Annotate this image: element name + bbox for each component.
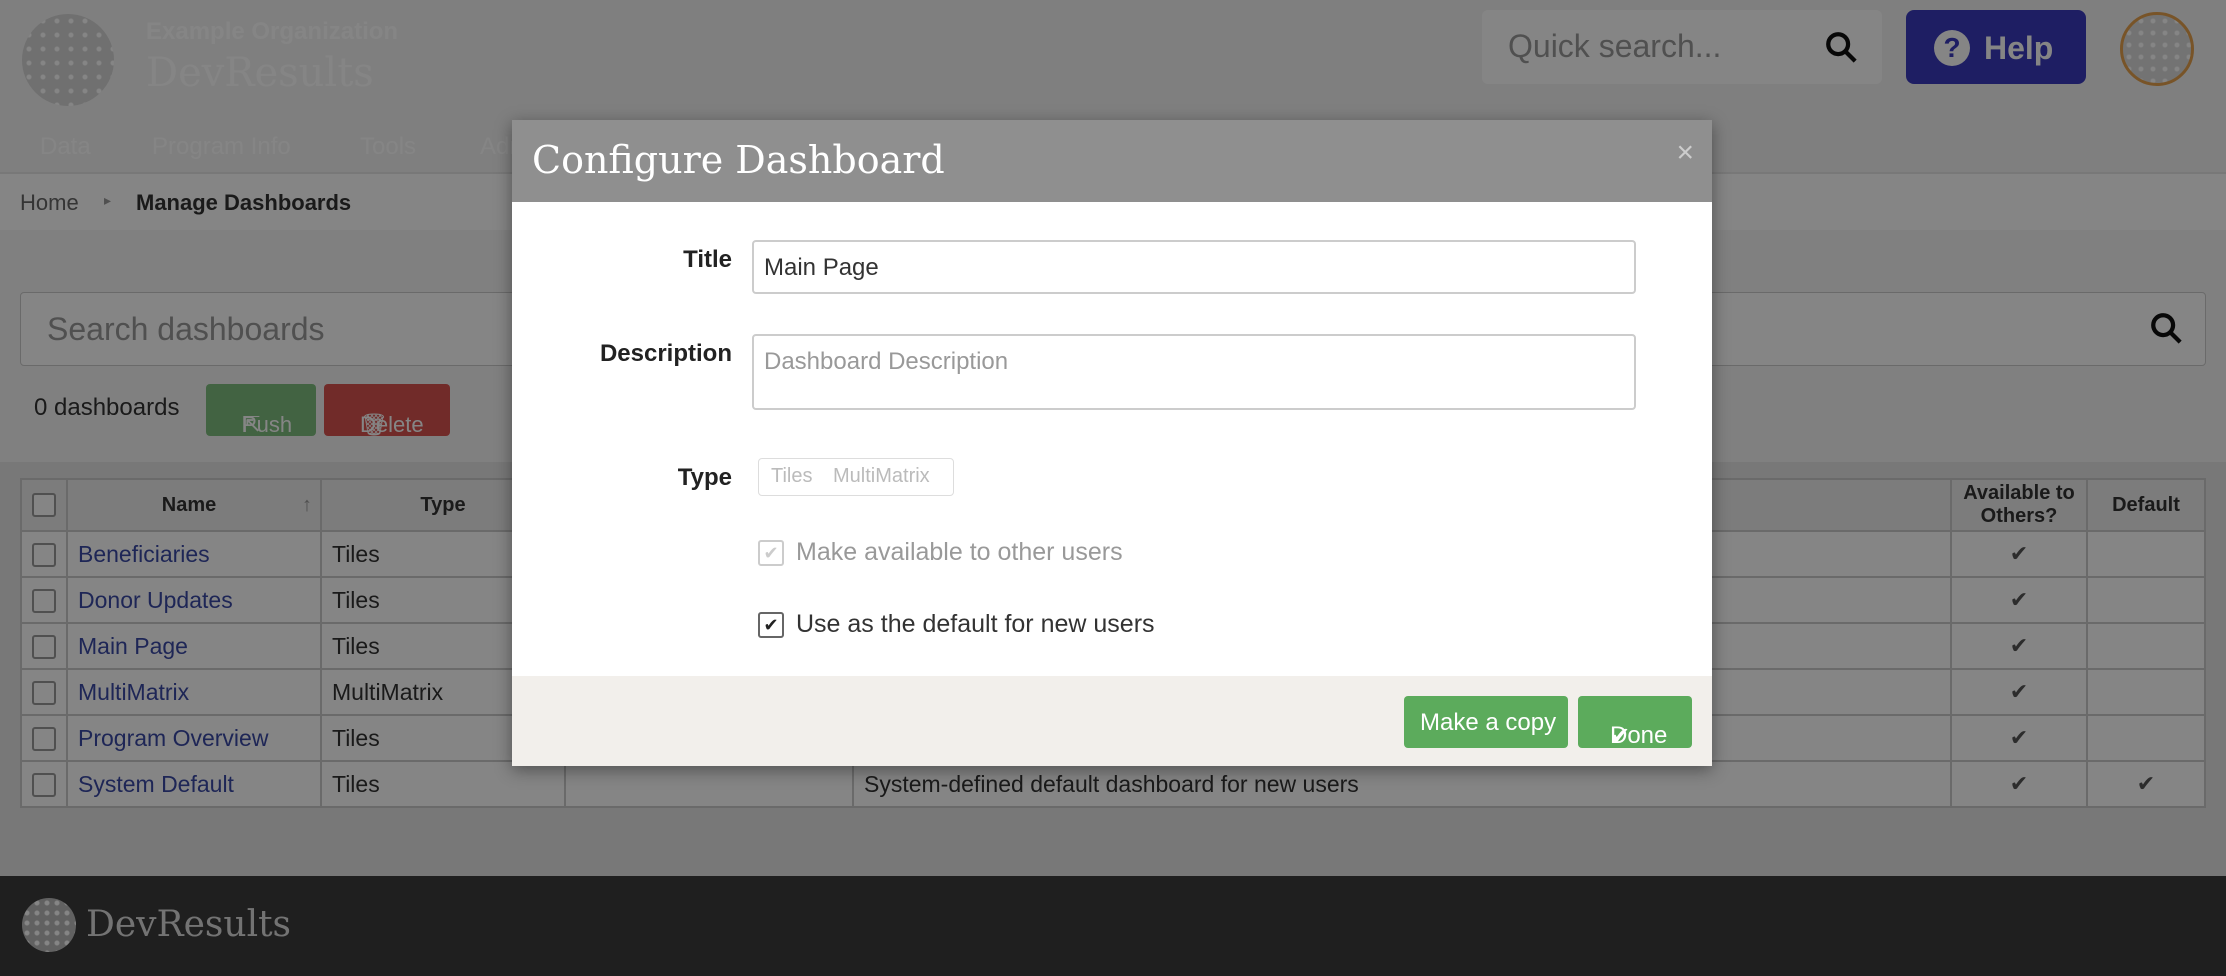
description-label: Description xyxy=(599,340,732,367)
dialog-title: Configure Dashboard xyxy=(532,138,945,182)
title-input[interactable]: Main Page xyxy=(752,240,1636,294)
type-selector: Tiles MultiMatrix xyxy=(758,458,954,496)
configure-dashboard-dialog: Configure Dashboard × Title Main Page De… xyxy=(512,120,1712,766)
dialog-header: Configure Dashboard × xyxy=(512,120,1712,202)
make-copy-button[interactable]: Make a copy xyxy=(1404,696,1568,748)
available-label: Make available to other users xyxy=(796,538,1123,566)
type-label: Type xyxy=(677,464,732,491)
type-option-tiles[interactable]: Tiles xyxy=(771,465,812,488)
default-checkbox[interactable]: ✔ xyxy=(758,612,784,638)
description-placeholder: Dashboard Description xyxy=(764,348,1009,375)
default-label: Use as the default for new users xyxy=(796,610,1155,638)
type-option-multimatrix[interactable]: MultiMatrix xyxy=(833,465,930,488)
done-label: Done xyxy=(1610,722,1668,749)
dialog-footer: Make a copy ✔ Done xyxy=(512,676,1712,766)
description-textarea[interactable]: Dashboard Description xyxy=(752,334,1636,410)
title-label: Title xyxy=(683,246,732,273)
dialog-body: Title Main Page Description Dashboard De… xyxy=(512,202,1712,676)
close-icon[interactable]: × xyxy=(1676,136,1694,170)
available-checkbox: ✔ xyxy=(758,540,784,566)
done-button[interactable]: ✔ Done xyxy=(1578,696,1692,750)
title-input-value: Main Page xyxy=(764,254,879,281)
make-copy-label: Make a copy xyxy=(1420,709,1557,736)
